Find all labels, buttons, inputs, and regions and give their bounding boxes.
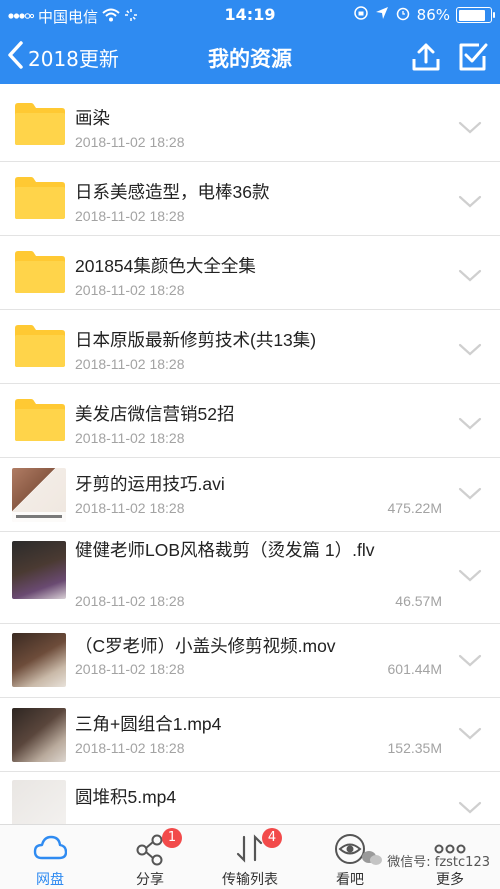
video-thumbnail [12,541,66,599]
file-name: （C罗老师）小盖头修剪视频.mov [75,636,336,656]
chevron-down-icon[interactable] [458,654,482,668]
back-button[interactable]: 2018更新 [6,40,119,74]
watermark-text: 微信号: fzstc123 [387,854,490,870]
battery-percent: 86% [416,6,450,24]
file-row[interactable]: 日系美感造型，电棒36款 2018-11-02 18:28 [0,162,500,236]
chevron-down-icon[interactable] [458,269,482,283]
cloud-icon [33,835,67,860]
chevron-down-icon[interactable] [458,417,482,431]
tab-label: 更多 [436,872,464,888]
file-row[interactable]: 美发店微信营销52招 2018-11-02 18:28 [0,384,500,458]
folder-icon [12,324,66,368]
tab-transfer-list[interactable]: 4 传输列表 [200,825,300,889]
watermark: 微信号: fzstc123 [361,849,490,871]
file-row[interactable]: 三角+圆组合1.mp4 2018-11-02 18:28 152.35M [0,698,500,772]
file-row[interactable]: （C罗老师）小盖头修剪视频.mov 2018-11-02 18:28 601.4… [0,624,500,698]
file-name: 日系美感造型，电棒36款 [75,182,270,202]
back-label: 2018更新 [28,46,119,71]
tab-label: 分享 [136,872,164,888]
file-name: 画染 [75,108,110,128]
share-badge: 1 [162,828,182,848]
video-thumbnail [12,708,66,762]
file-date: 2018-11-02 18:28 [75,430,185,446]
tab-bar: 网盘 1 分享 4 传输列表 看吧 更多 微信号: fzstc123 [0,824,500,889]
alarm-icon [395,5,411,25]
file-size: 46.57M [395,593,442,609]
video-thumbnail [12,468,66,522]
video-thumbnail [12,633,66,687]
file-row[interactable]: 健健老师LOB风格裁剪（烫发篇 1）.flv 2018-11-02 18:28 … [0,532,500,624]
rotation-lock-icon [353,5,369,25]
battery-icon [456,7,495,23]
chevron-left-icon [6,40,26,75]
transfer-badge: 4 [262,828,282,848]
tab-share[interactable]: 1 分享 [100,825,200,889]
file-size: 601.44M [387,661,442,677]
file-date: 2018-11-02 18:28 [75,740,185,756]
file-row[interactable]: 牙剪的运用技巧.avi 2018-11-02 18:28 475.22M [0,458,500,532]
folder-icon [12,102,66,146]
nav-bar: 2018更新 我的资源 [0,30,500,84]
battery-fill [458,9,486,21]
chevron-down-icon[interactable] [458,801,482,815]
file-date: 2018-11-02 18:28 [75,500,185,516]
file-size: 152.35M [387,740,442,756]
chevron-down-icon[interactable] [458,121,482,135]
tab-label: 看吧 [336,872,364,888]
file-row[interactable]: 201854集颜色大全全集 2018-11-02 18:28 [0,236,500,310]
file-name: 日本原版最新修剪技术(共13集) [75,330,317,350]
file-name: 201854集颜色大全全集 [75,256,256,276]
tab-label: 传输列表 [222,872,278,888]
folder-icon [12,176,66,220]
file-date: 2018-11-02 18:28 [75,593,185,609]
chevron-down-icon[interactable] [458,569,482,583]
file-list: 画染 2018-11-02 18:28 日系美感造型，电棒36款 2018-11… [0,88,500,842]
chevron-down-icon[interactable] [458,487,482,501]
tab-label: 网盘 [36,872,64,888]
file-name: 三角+圆组合1.mp4 [75,714,222,734]
status-right: 86% [353,5,495,25]
location-icon [375,6,389,24]
file-date: 2018-11-02 18:28 [75,356,185,372]
wechat-icon [361,849,383,871]
file-name: 美发店微信营销52招 [75,404,235,424]
file-name: 健健老师LOB风格裁剪（烫发篇 1）.flv [75,540,375,560]
checkbox-icon[interactable] [456,41,488,73]
folder-icon [12,398,66,442]
tab-cloud-drive[interactable]: 网盘 [0,825,100,889]
file-row[interactable]: 画染 2018-11-02 18:28 [0,88,500,162]
chevron-down-icon[interactable] [458,343,482,357]
file-date: 2018-11-02 18:28 [75,661,185,677]
file-date: 2018-11-02 18:28 [75,282,185,298]
file-row[interactable]: 日本原版最新修剪技术(共13集) 2018-11-02 18:28 [0,310,500,384]
file-date: 2018-11-02 18:28 [75,134,185,150]
upload-icon[interactable] [410,41,442,73]
folder-icon [12,250,66,294]
nav-actions [410,41,488,73]
status-bar: 中国电信 14:19 86% [0,0,500,30]
file-size: 475.22M [387,500,442,516]
file-date: 2018-11-02 18:28 [75,208,185,224]
chevron-down-icon[interactable] [458,727,482,741]
chevron-down-icon[interactable] [458,195,482,209]
file-name: 牙剪的运用技巧.avi [75,474,225,494]
file-name: 圆堆积5.mp4 [75,787,177,807]
